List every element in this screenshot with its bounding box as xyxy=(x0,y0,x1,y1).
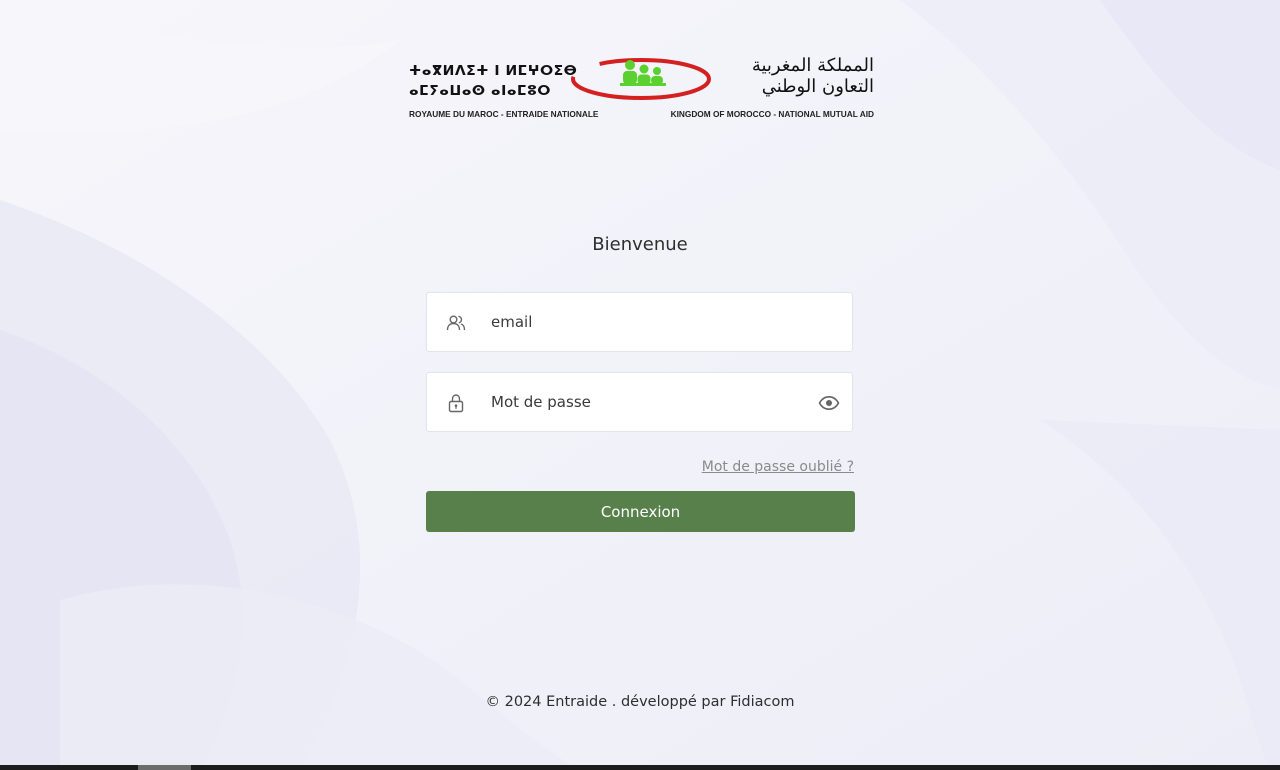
logo-arabic-line2: التعاون الوطني xyxy=(761,76,874,97)
password-input[interactable] xyxy=(491,383,811,421)
people-group-emblem-icon xyxy=(571,58,711,100)
logo-tifinagh-line1: ⵜⴰⴳⵍⴷⵉⵜ ⵏ ⵍⵎⵖⵔⵉⴱ xyxy=(409,63,578,79)
bottom-bar xyxy=(0,765,1280,770)
footer-copyright: © 2024 Entraide . développé par Fidiacom xyxy=(485,694,795,710)
bottom-bar-segment xyxy=(138,765,191,770)
connexion-button[interactable]: Connexion xyxy=(426,491,855,532)
entraide-logo: ⵜⴰⴳⵍⴷⵉⵜ ⵏ ⵍⵎⵖⵔⵉⴱ ⴰⵎⵢⴰⵡⴰⵙ ⴰⵏⴰⵎⵓⵔ ROYAUME … xyxy=(404,54,878,124)
lock-icon xyxy=(448,394,464,413)
email-field[interactable] xyxy=(426,292,853,352)
users-icon xyxy=(446,315,466,331)
email-input[interactable] xyxy=(491,303,811,341)
password-field[interactable] xyxy=(426,372,853,432)
eye-icon[interactable] xyxy=(818,393,840,413)
page-title: Bienvenue xyxy=(592,234,688,255)
logo-caption-en: KINGDOM OF MOROCCO - NATIONAL MUTUAL AID xyxy=(670,109,874,119)
logo-tifinagh-line2: ⴰⵎⵢⴰⵡⴰⵙ ⴰⵏⴰⵎⵓⵔ xyxy=(409,83,551,99)
logo-arabic-line1: المملكة المغربية xyxy=(751,55,874,76)
forgot-password-link[interactable]: Mot de passe oublié ? xyxy=(702,459,854,475)
logo-caption-fr: ROYAUME DU MAROC - ENTRAIDE NATIONALE xyxy=(409,109,599,119)
